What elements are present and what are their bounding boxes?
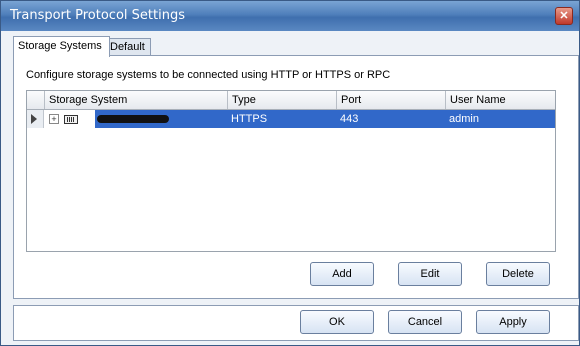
close-icon[interactable]: ✕ xyxy=(555,7,573,25)
dialog-window: Transport Protocol Settings ✕ Storage Sy… xyxy=(0,0,580,346)
apply-button[interactable]: Apply xyxy=(476,310,550,334)
cell-user-name[interactable]: admin xyxy=(445,110,549,128)
table-row[interactable]: + HTTPS 443 admin xyxy=(27,110,555,128)
add-button[interactable]: Add xyxy=(310,262,374,286)
expand-icon[interactable]: + xyxy=(49,114,59,124)
dialog-button-bar: OK Cancel Apply xyxy=(13,305,579,341)
column-header-user-name[interactable]: User Name xyxy=(445,91,555,109)
column-header-storage-system[interactable]: Storage System xyxy=(44,91,227,109)
storage-systems-panel: Configure storage systems to be connecte… xyxy=(13,55,579,299)
ok-button[interactable]: OK xyxy=(300,310,374,334)
cell-port[interactable]: 443 xyxy=(336,110,440,128)
cancel-button[interactable]: Cancel xyxy=(388,310,462,334)
row-indicator-icon xyxy=(27,110,44,128)
redacted-storage-system-name xyxy=(97,115,169,123)
window-title: Transport Protocol Settings xyxy=(10,8,185,23)
column-header-port[interactable]: Port xyxy=(336,91,445,109)
tab-default[interactable]: Default xyxy=(105,38,151,56)
cell-type[interactable]: HTTPS xyxy=(227,110,331,128)
edit-button[interactable]: Edit xyxy=(398,262,462,286)
storage-device-icon xyxy=(64,115,78,124)
delete-button[interactable]: Delete xyxy=(486,262,550,286)
title-bar[interactable]: Transport Protocol Settings ✕ xyxy=(1,1,579,31)
panel-description: Configure storage systems to be connecte… xyxy=(26,69,391,81)
tab-storage-systems[interactable]: Storage Systems xyxy=(13,36,110,57)
header-indicator-cell xyxy=(27,91,43,109)
table-header: Storage System Type Port User Name xyxy=(27,91,555,110)
storage-systems-table: Storage System Type Port User Name + HTT… xyxy=(26,90,556,252)
column-header-type[interactable]: Type xyxy=(227,91,336,109)
